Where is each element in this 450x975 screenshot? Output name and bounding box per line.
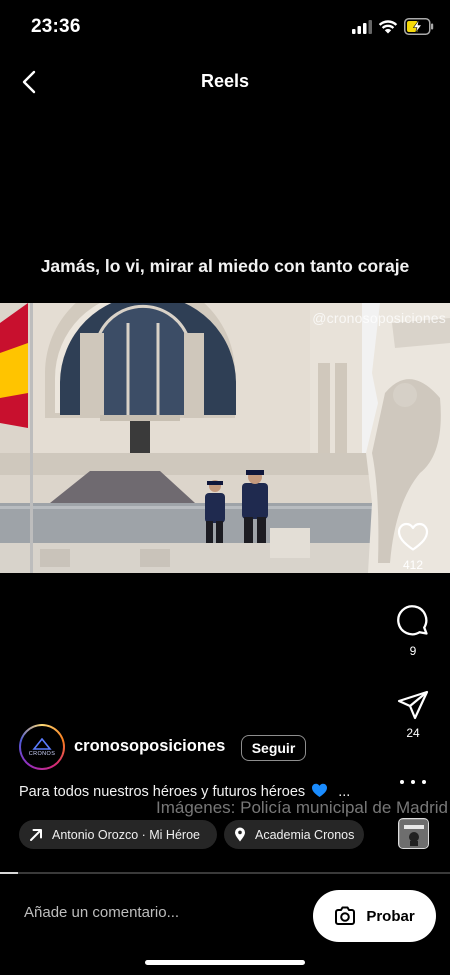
page-title: Reels: [200, 71, 250, 91]
share-button[interactable]: 24: [388, 690, 438, 740]
try-button[interactable]: Probar: [313, 890, 436, 942]
avatar[interactable]: CRONOS: [19, 724, 65, 770]
audio-cover-image: [399, 819, 428, 848]
username[interactable]: cronosoposiciones: [74, 737, 225, 756]
battery-icon: [404, 18, 434, 35]
location-chip-label: Academia Cronos: [255, 827, 355, 842]
status-bar: 23:36: [0, 0, 450, 54]
comment-button[interactable]: 9: [388, 604, 438, 658]
video-player[interactable]: @cronosoposiciones: [0, 303, 450, 573]
video-progress-bar[interactable]: [0, 872, 450, 874]
audio-chip[interactable]: Antonio Orozco · Mi Héroe: [19, 820, 217, 849]
location-pin-icon: [235, 827, 245, 842]
video-watermark: @cronosoposiciones: [312, 310, 446, 326]
avatar-logo-text: CRONOS: [28, 750, 56, 757]
audio-thumbnail[interactable]: [398, 818, 429, 849]
wifi-icon: [378, 20, 398, 34]
comment-icon: [397, 605, 428, 636]
signal-icon: [352, 20, 372, 34]
follow-button[interactable]: Seguir: [241, 735, 306, 761]
cronos-logo-icon: [32, 737, 52, 750]
status-time: 23:36: [31, 16, 81, 37]
share-icon: [397, 690, 429, 720]
video-frame-image: [0, 303, 450, 573]
share-count: 24: [406, 726, 420, 740]
comment-input[interactable]: [24, 904, 284, 921]
home-indicator: [145, 960, 305, 965]
like-button[interactable]: 412: [388, 522, 438, 572]
camera-icon: [335, 906, 356, 925]
video-caption: Jamás, lo vi, mirar al miedo con tanto c…: [40, 256, 410, 276]
arrow-up-right-icon: [30, 828, 42, 841]
comment-count: 9: [409, 644, 417, 658]
try-button-label: Probar: [366, 907, 415, 925]
video-progress-fill: [0, 872, 18, 874]
location-chip[interactable]: Academia Cronos: [224, 820, 364, 849]
overlay-watermark: Imágenes: Policía municipal de Madrid: [156, 798, 448, 817]
heart-icon: [397, 522, 429, 551]
audio-chip-label: Antonio Orozco · Mi Héroe: [52, 827, 200, 842]
more-options-button[interactable]: [400, 772, 426, 792]
more-icon: [400, 780, 404, 784]
like-count: 412: [402, 558, 424, 572]
